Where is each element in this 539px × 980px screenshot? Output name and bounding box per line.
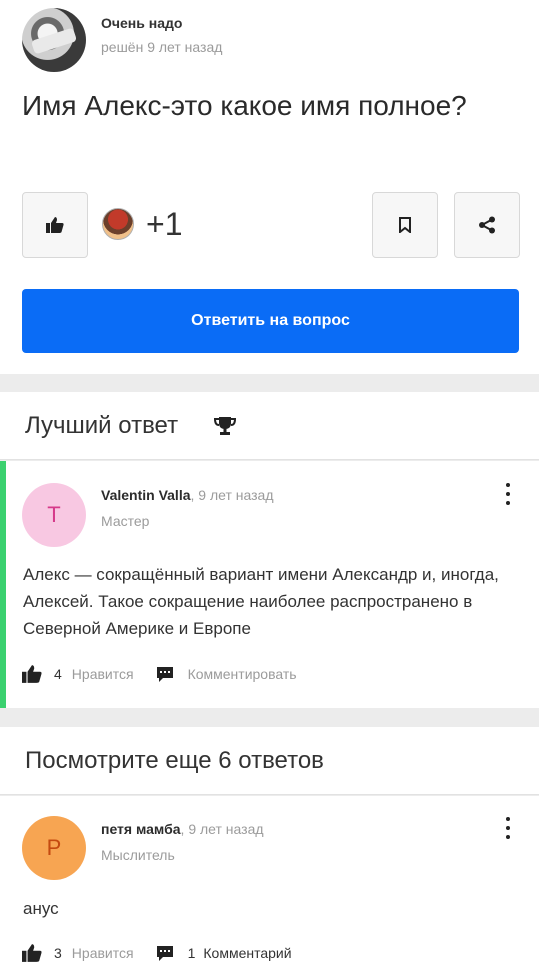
liker-avatar[interactable] (102, 208, 134, 240)
comment-count: 1 (187, 945, 196, 961)
answer-actions: 4 Нравится Комментировать (22, 665, 297, 683)
share-button[interactable] (454, 192, 520, 258)
answer-time: , 9 лет назад (190, 487, 274, 503)
like-question-button[interactable] (22, 192, 88, 258)
answer-author-line: петя мамба, 9 лет назад (101, 821, 264, 837)
answer-item: P петя мамба, 9 лет назад Мыслитель анус… (0, 796, 539, 980)
answer-author-name[interactable]: Valentin Valla (101, 487, 191, 503)
answer-author-avatar[interactable]: T (22, 483, 86, 547)
thumbs-up-icon (46, 217, 64, 233)
comment-icon[interactable] (156, 945, 174, 962)
more-answers-title[interactable]: Посмотрите еще 6 ответов (25, 747, 324, 775)
answer-author-rank: Мастер (101, 513, 150, 529)
answer-text: Алекс — сокращённый вариант имени Алекса… (23, 565, 499, 638)
comment-icon[interactable] (156, 666, 174, 683)
question-status-time: решён 9 лет назад (101, 39, 223, 55)
question-author-avatar[interactable] (22, 8, 86, 72)
answer-author-name[interactable]: петя мамба (101, 821, 181, 837)
answer-author-avatar[interactable]: P (22, 816, 86, 880)
bookmark-icon (399, 217, 411, 233)
like-label[interactable]: Нравится (72, 666, 134, 682)
answer-time: , 9 лет назад (180, 821, 264, 837)
question-title: Имя Алекс-это какое имя полное? (22, 90, 467, 121)
share-icon (479, 216, 495, 234)
more-vertical-icon[interactable] (502, 483, 514, 505)
best-answer: T Valentin Valla, 9 лет назад Мастер Але… (0, 461, 539, 708)
question-author-name[interactable]: Очень надо (101, 15, 182, 31)
bookmark-button[interactable] (372, 192, 438, 258)
trophy-icon (214, 417, 236, 435)
answer-author-line: Valentin Valla, 9 лет назад (101, 487, 273, 503)
thumbs-up-icon[interactable] (22, 944, 42, 962)
comment-label[interactable]: Комментировать (188, 666, 297, 682)
best-answer-header: Лучший ответ (0, 392, 539, 460)
answer-question-button[interactable]: Ответить на вопрос (22, 289, 519, 353)
like-count: 4 (54, 666, 62, 682)
like-count: 3 (54, 945, 62, 961)
best-answer-marker (0, 461, 6, 708)
extra-likers-count[interactable]: +1 (146, 206, 182, 243)
like-label[interactable]: Нравится (72, 945, 134, 961)
answer-text: анус (23, 899, 59, 918)
question-card: Очень надо решён 9 лет назад Имя Алекс-э… (0, 0, 539, 374)
more-answers-header[interactable]: Посмотрите еще 6 ответов (0, 727, 539, 795)
answer-actions: 3 Нравится 1 Комментарий (22, 944, 292, 962)
answer-author-rank: Мыслитель (101, 847, 175, 863)
more-vertical-icon[interactable] (502, 817, 514, 839)
best-answer-title: Лучший ответ (25, 412, 179, 439)
thumbs-up-icon[interactable] (22, 665, 42, 683)
comment-label[interactable]: Комментарий (203, 945, 291, 961)
